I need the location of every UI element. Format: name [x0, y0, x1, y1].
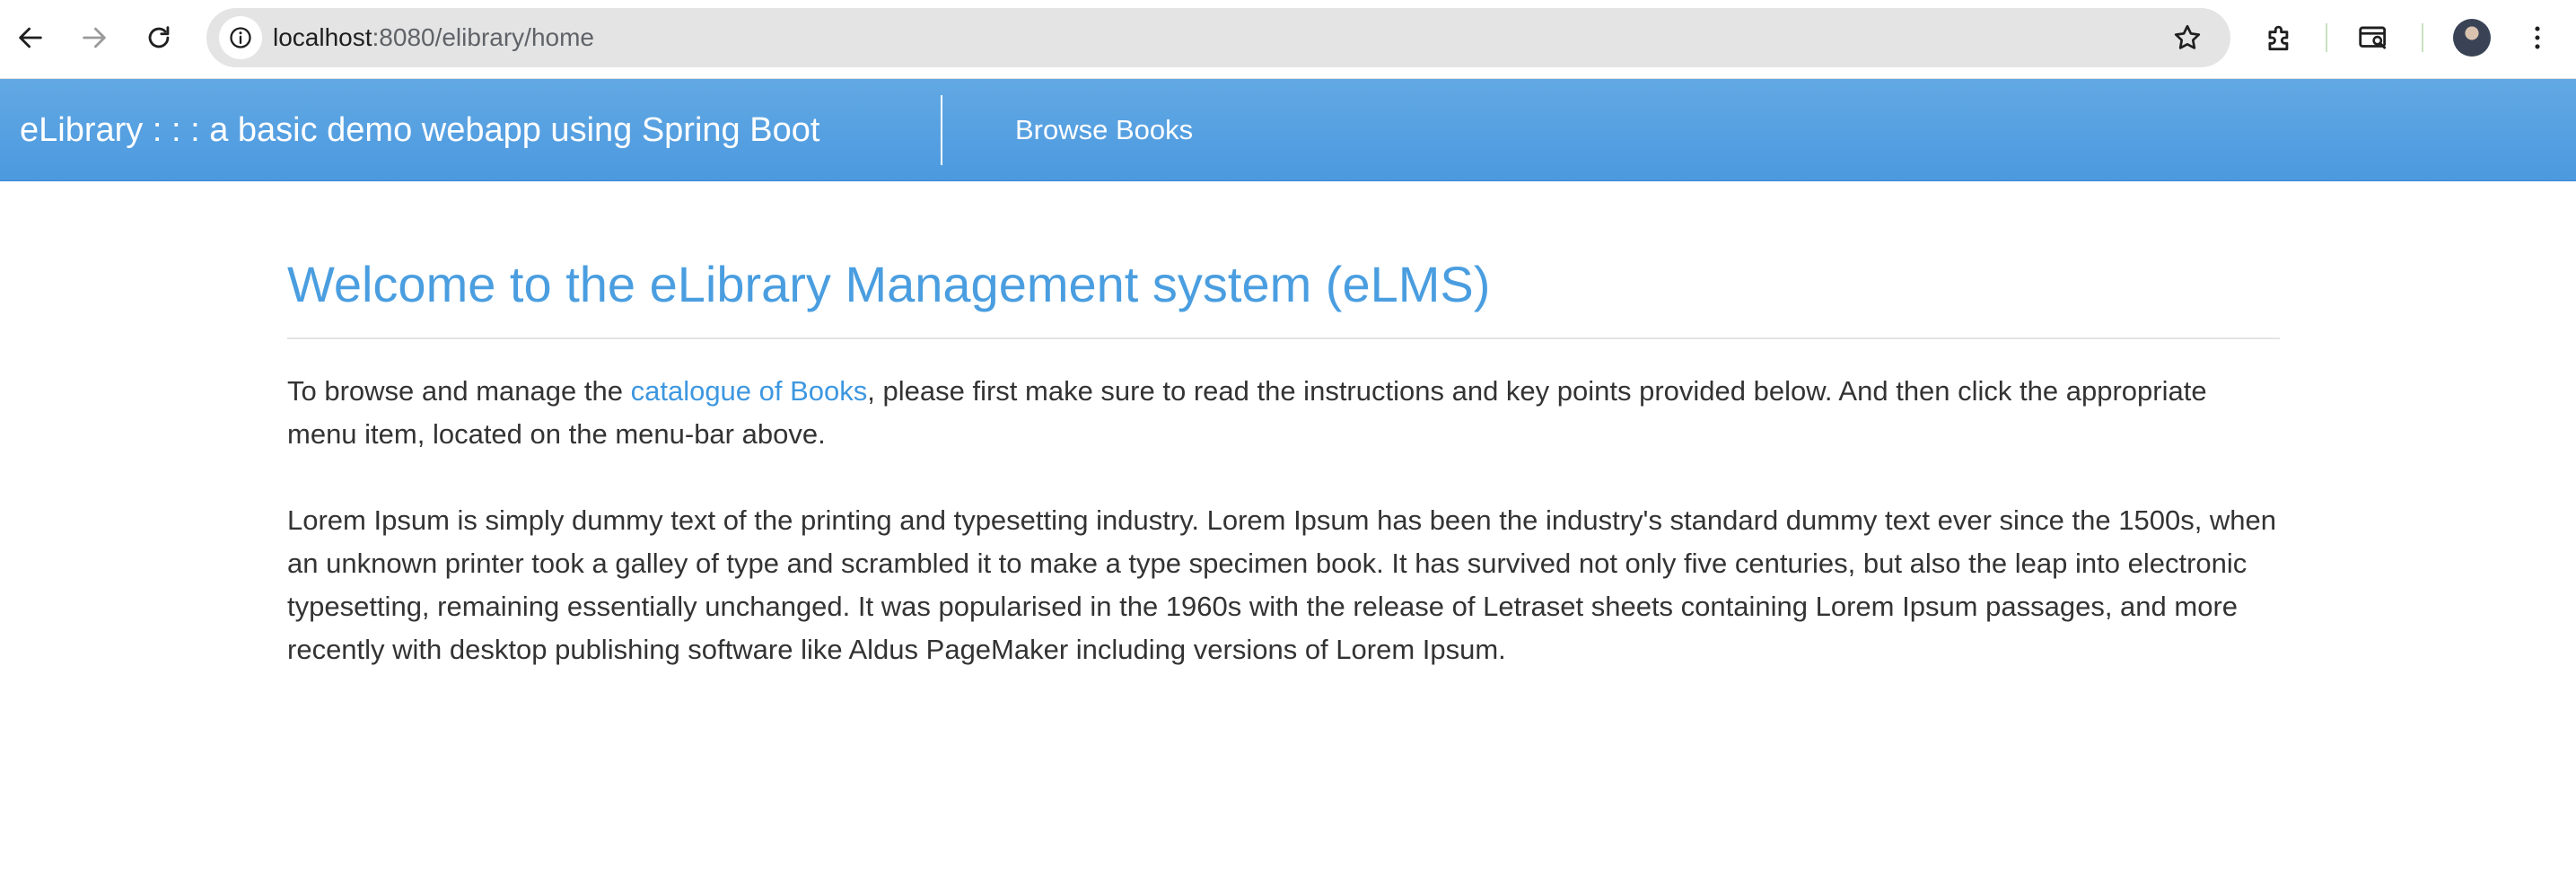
forward-button[interactable] — [73, 16, 116, 59]
browser-toolbar: localhost:8080/elibrary/home — [0, 0, 2576, 79]
back-button[interactable] — [9, 16, 52, 59]
forward-arrow-icon — [83, 27, 106, 48]
address-bar[interactable]: localhost:8080/elibrary/home — [206, 8, 2230, 67]
browse-books-link[interactable]: Browse Books — [1015, 79, 1193, 181]
url-text[interactable]: localhost:8080/elibrary/home — [273, 8, 594, 67]
brand-link[interactable]: eLibrary : : : a basic demo webapp using… — [20, 79, 819, 181]
star-icon[interactable] — [2171, 22, 2204, 54]
browser-menu-button[interactable] — [2518, 18, 2557, 57]
url-host: localhost — [273, 23, 372, 51]
tab-search-icon — [2359, 26, 2387, 49]
info-icon — [230, 27, 251, 48]
toolbar-separator — [2422, 23, 2423, 52]
puzzle-icon — [2268, 25, 2289, 51]
main-content: Welcome to the eLibrary Management syste… — [287, 181, 2280, 671]
intro-text-before: To browse and manage the — [287, 375, 631, 407]
extensions-button[interactable] — [2260, 18, 2300, 57]
kebab-menu-icon — [2535, 26, 2540, 49]
catalogue-link[interactable]: catalogue of Books — [631, 375, 868, 407]
lorem-paragraph: Lorem Ipsum is simply dummy text of the … — [287, 504, 2277, 665]
reload-icon — [148, 26, 170, 48]
url-path: :8080/elibrary/home — [372, 23, 594, 51]
back-arrow-icon — [19, 27, 42, 48]
intro-paragraph: To browse and manage the catalogue of Bo… — [287, 370, 2280, 456]
site-info-button[interactable] — [219, 16, 262, 59]
reload-button[interactable] — [137, 16, 180, 59]
app-navbar: eLibrary : : : a basic demo webapp using… — [0, 79, 2576, 181]
profile-avatar[interactable] — [2453, 19, 2491, 57]
page-title: Welcome to the eLibrary Management syste… — [287, 256, 1491, 312]
tab-search-button[interactable] — [2353, 18, 2393, 57]
toolbar-separator — [2326, 23, 2327, 52]
navbar-divider — [941, 95, 942, 165]
title-divider — [287, 337, 2280, 339]
